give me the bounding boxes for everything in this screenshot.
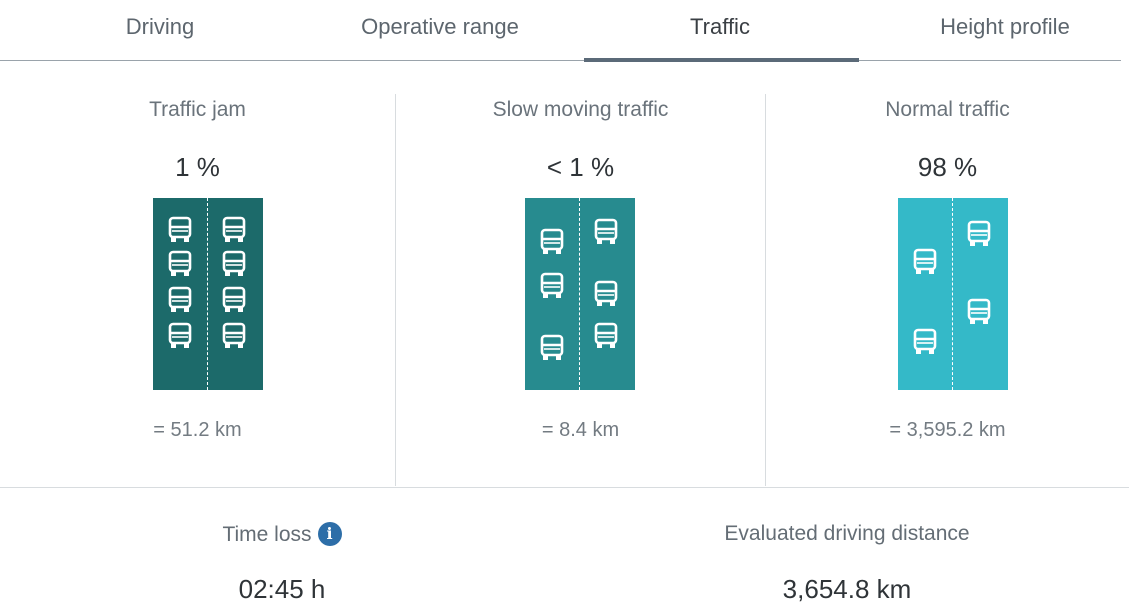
truck-icon (167, 322, 193, 350)
lane-divider (579, 198, 580, 390)
slow-traffic-panel: Slow moving traffic < 1 % = 8.4 km (396, 62, 765, 488)
time-loss-value: 02:45 h (238, 574, 326, 604)
driving-distance-label: Evaluated driving distance (724, 522, 970, 545)
truck-icon (912, 248, 938, 276)
slow-traffic-distance: = 8.4 km (541, 419, 620, 441)
lane-divider (952, 198, 953, 390)
truck-icon (593, 322, 619, 350)
traffic-jam-panel: Traffic jam 1 % = 51.2 km (0, 62, 395, 488)
truck-icon (167, 286, 193, 314)
slow-traffic-road-graphic (525, 198, 635, 390)
slow-traffic-title: Slow moving traffic (492, 98, 669, 121)
truck-icon (539, 228, 565, 256)
traffic-jam-distance: = 51.2 km (153, 419, 242, 441)
time-loss-label-row: Time loss i (0, 522, 564, 547)
truck-icon (593, 280, 619, 308)
info-icon[interactable]: i (317, 522, 342, 546)
truck-icon (221, 216, 247, 244)
truck-icon (539, 272, 565, 300)
normal-traffic-title: Normal traffic (885, 98, 1010, 121)
truck-icon (167, 250, 193, 278)
lane-divider (207, 198, 208, 390)
traffic-jam-road-graphic (153, 198, 263, 390)
driving-distance-value: 3,654.8 km (782, 574, 912, 604)
traffic-jam-percent: 1 % (175, 152, 220, 182)
truck-icon (593, 218, 619, 246)
normal-traffic-panel: Normal traffic 98 % = 3,595.2 km (766, 62, 1129, 488)
normal-traffic-percent: 98 % (917, 152, 978, 182)
truck-icon (912, 328, 938, 356)
tab-bar-divider (0, 60, 1121, 61)
tab-bar: Driving Operative range Traffic Height p… (0, 0, 1129, 62)
normal-traffic-road-graphic (898, 198, 1008, 390)
truck-icon (966, 220, 992, 248)
tab-height-profile[interactable]: Height profile (920, 14, 1090, 60)
normal-traffic-distance: = 3,595.2 km (889, 419, 1006, 441)
slow-traffic-percent: < 1 % (546, 152, 615, 182)
section-divider (0, 487, 1129, 488)
traffic-jam-title: Traffic jam (149, 98, 246, 121)
tab-traffic[interactable]: Traffic (665, 14, 775, 60)
truck-icon (167, 216, 193, 244)
truck-icon (966, 298, 992, 326)
truck-icon (539, 334, 565, 362)
truck-icon (221, 322, 247, 350)
tab-driving[interactable]: Driving (108, 14, 212, 60)
truck-icon (221, 250, 247, 278)
tab-operative-range[interactable]: Operative range (340, 14, 540, 60)
time-loss-label: Time loss (222, 523, 312, 546)
truck-icon (221, 286, 247, 314)
